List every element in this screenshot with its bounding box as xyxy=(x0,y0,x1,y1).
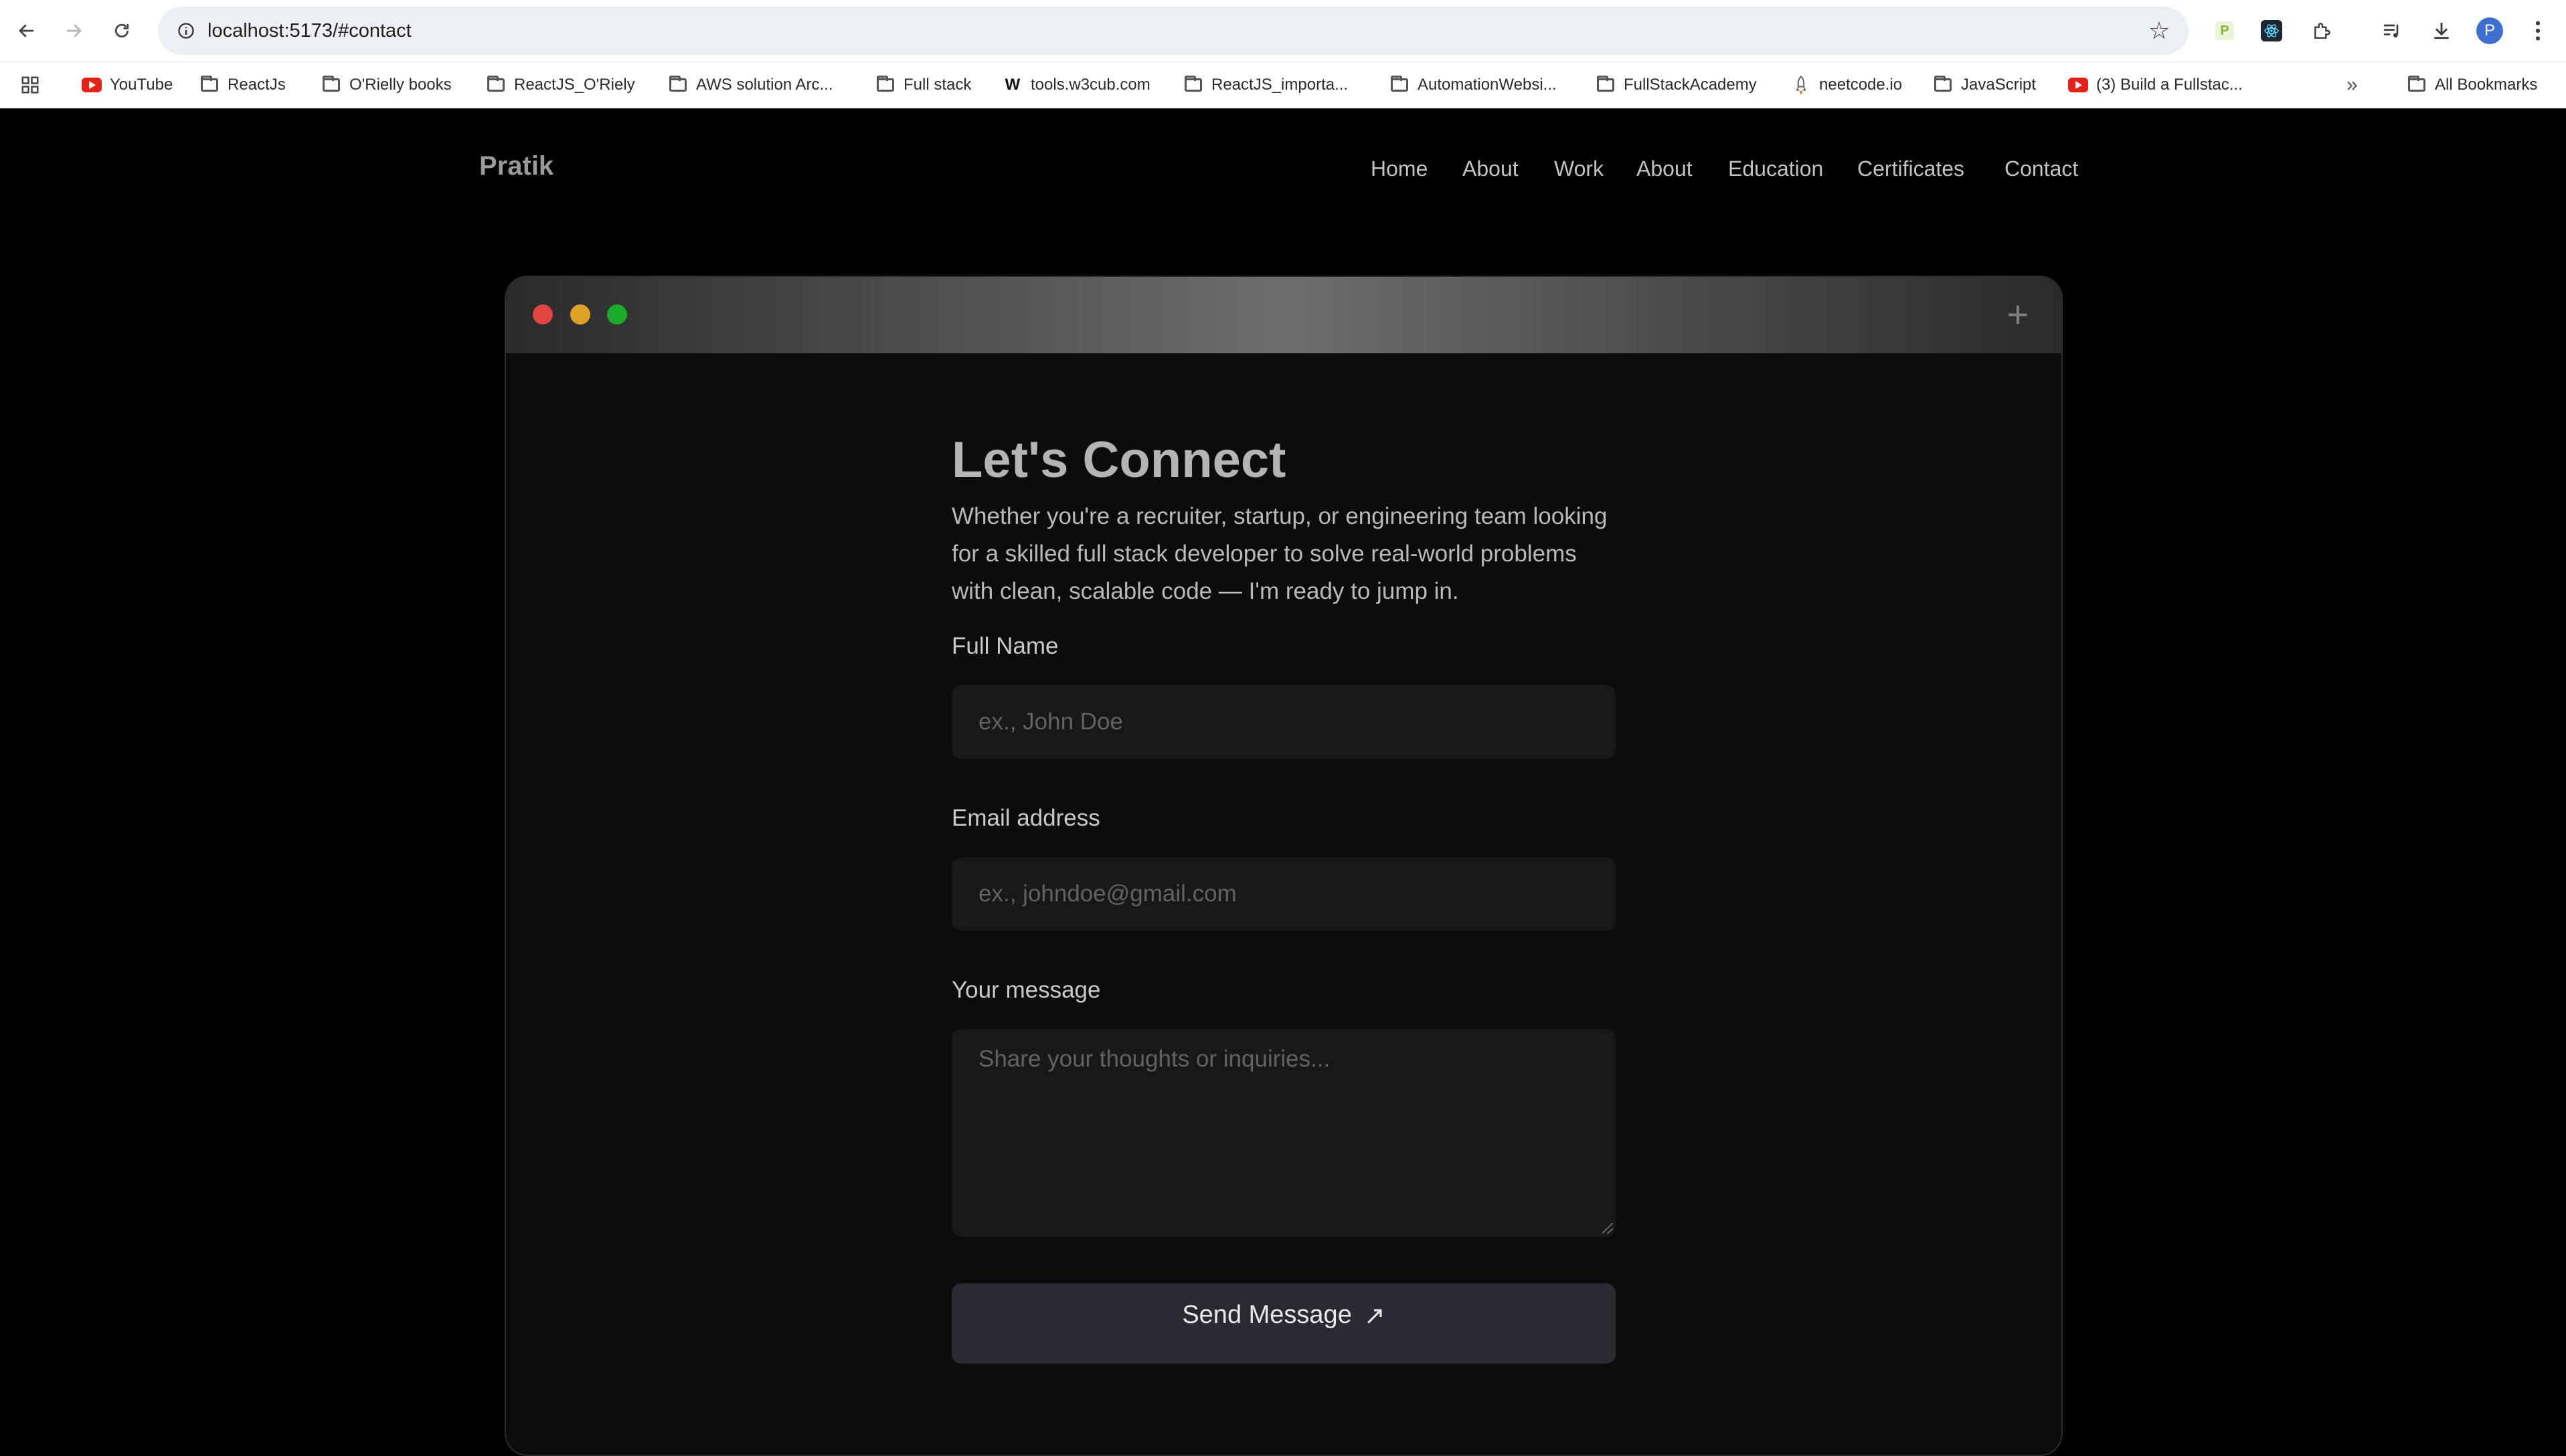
folder-icon xyxy=(2407,75,2427,95)
bookmark-neetcode[interactable]: neetcode.io xyxy=(1791,62,1902,108)
youtube-icon xyxy=(2068,75,2088,95)
send-message-button[interactable]: Send Message ↗ xyxy=(952,1283,1616,1364)
nav-work[interactable]: Work xyxy=(1554,157,1604,181)
bookmark-youtube[interactable]: YouTube xyxy=(82,62,173,108)
email-label: Email address xyxy=(952,805,1100,831)
bookmark-automation[interactable]: AutomationWebsi... xyxy=(1389,62,1557,108)
address-bar[interactable]: localhost:5173/#contact ☆ xyxy=(158,7,2189,55)
folder-icon xyxy=(1933,75,1953,95)
site-logo[interactable]: Pratik xyxy=(479,151,553,181)
contact-window: + Let's Connect Whether you're a recruit… xyxy=(505,276,2063,1456)
bookmark-build-fullstack[interactable]: (3) Build a Fullstac... xyxy=(2068,62,2243,108)
bookmark-reactjs[interactable]: ReactJs xyxy=(199,62,286,108)
resize-handle-icon[interactable] xyxy=(1602,1223,1613,1234)
bookmark-reactjs-important[interactable]: ReactJS_importa... xyxy=(1183,62,1348,108)
message-textarea[interactable]: Share your thoughts or inquiries... xyxy=(952,1029,1616,1237)
send-message-label: Send Message xyxy=(1182,1301,1352,1329)
close-dot-icon[interactable] xyxy=(533,304,553,325)
bookmarks-overflow-icon[interactable]: » xyxy=(2346,62,2358,108)
full-name-label: Full Name xyxy=(952,633,1059,659)
reload-icon[interactable] xyxy=(107,16,137,46)
bookmark-javascript[interactable]: JavaScript xyxy=(1933,62,2036,108)
bookmark-star-icon[interactable]: ☆ xyxy=(2144,16,2174,46)
window-titlebar: + xyxy=(506,277,2061,353)
email-input[interactable]: ex., johndoe@gmail.com xyxy=(952,857,1616,931)
nav-about[interactable]: About xyxy=(1462,157,1519,181)
folder-icon xyxy=(199,75,220,95)
kebab-menu-icon[interactable] xyxy=(2523,16,2553,46)
folder-icon xyxy=(668,75,688,95)
url-text[interactable]: localhost:5173/#contact xyxy=(207,7,412,55)
back-icon[interactable] xyxy=(12,16,41,46)
w-icon: W xyxy=(1005,76,1021,94)
forward-icon[interactable] xyxy=(59,16,88,46)
rocket-icon xyxy=(1791,75,1811,95)
email-placeholder: ex., johndoe@gmail.com xyxy=(978,881,1237,907)
folder-icon xyxy=(321,75,341,95)
full-name-placeholder: ex., John Doe xyxy=(978,709,1123,735)
bookmark-w3cub[interactable]: W tools.w3cub.com xyxy=(1003,62,1150,108)
bookmark-reactjs-oriely[interactable]: ReactJS_O'Riely xyxy=(486,62,635,108)
arrow-up-right-icon: ↗ xyxy=(1363,1302,1385,1330)
all-bookmarks[interactable]: All Bookmarks xyxy=(2407,62,2537,108)
nav-home[interactable]: Home xyxy=(1371,157,1428,181)
folder-icon xyxy=(486,75,506,95)
download-icon[interactable] xyxy=(2427,16,2456,46)
bookmark-full-stack[interactable]: Full stack xyxy=(875,62,971,108)
page-viewport: Pratik Home About Work About Education C… xyxy=(0,108,2566,1456)
media-controls-icon[interactable] xyxy=(2377,16,2407,46)
contact-heading: Let's Connect xyxy=(952,432,1286,488)
bookmark-aws[interactable]: AWS solution Arc... xyxy=(668,62,833,108)
plus-icon[interactable]: + xyxy=(2001,293,2035,335)
message-label: Your message xyxy=(952,977,1101,1003)
browser-toolbar: localhost:5173/#contact ☆ P P xyxy=(0,0,2566,62)
minimize-dot-icon[interactable] xyxy=(570,304,590,325)
nav-education[interactable]: Education xyxy=(1728,157,1823,181)
bookmarks-bar: YouTube ReactJs O'Rielly books ReactJS_O… xyxy=(0,62,2566,108)
profile-avatar[interactable]: P xyxy=(2476,17,2503,44)
full-name-input[interactable]: ex., John Doe xyxy=(952,685,1616,759)
nav-certificates[interactable]: Certificates xyxy=(1857,157,1964,181)
message-placeholder: Share your thoughts or inquiries... xyxy=(978,1046,1331,1072)
extensions-puzzle-icon[interactable] xyxy=(2308,16,2337,46)
folder-icon xyxy=(1389,75,1409,95)
nav-contact[interactable]: Contact xyxy=(2004,157,2078,181)
site-info-icon[interactable] xyxy=(171,16,201,46)
folder-icon xyxy=(875,75,895,95)
bookmark-fullstackacademy[interactable]: FullStackAcademy xyxy=(1596,62,1757,108)
nav-about-2[interactable]: About xyxy=(1636,157,1693,181)
folder-icon xyxy=(1596,75,1616,95)
extension-p-icon[interactable]: P xyxy=(2210,16,2239,46)
contact-intro: Whether you're a recruiter, startup, or … xyxy=(952,503,1608,604)
maximize-dot-icon[interactable] xyxy=(607,304,627,325)
react-devtools-icon[interactable] xyxy=(2257,16,2286,46)
bookmark-orielly-books[interactable]: O'Rielly books xyxy=(321,62,452,108)
folder-icon xyxy=(1183,75,1203,95)
apps-grid-icon[interactable] xyxy=(20,62,40,108)
youtube-icon xyxy=(82,75,102,95)
